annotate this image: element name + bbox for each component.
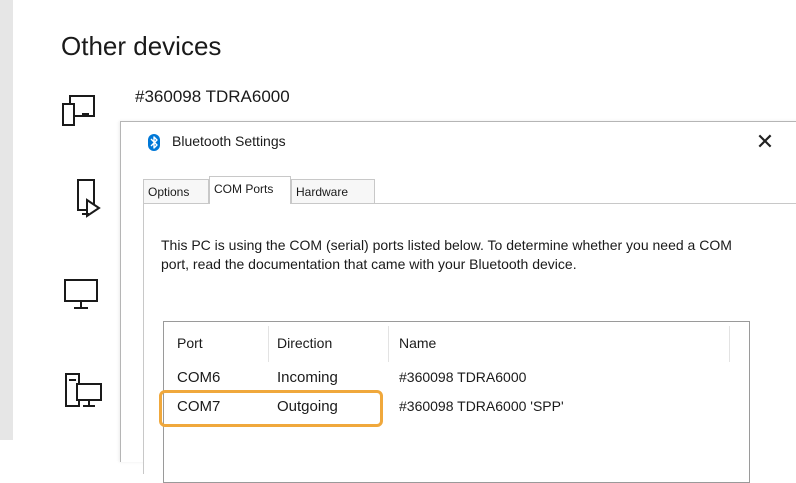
bluetooth-icon bbox=[148, 134, 160, 151]
tab-com-ports[interactable]: COM Ports bbox=[209, 176, 291, 204]
mobile-cast-device-icon[interactable] bbox=[75, 178, 115, 218]
dialog-titlebar[interactable]: Bluetooth Settings ✕ bbox=[121, 122, 796, 162]
close-button[interactable]: ✕ bbox=[745, 126, 785, 158]
column-header-name[interactable]: Name bbox=[399, 335, 436, 351]
row-name: #360098 TDRA6000 bbox=[399, 369, 527, 385]
bluetooth-settings-dialog: Bluetooth Settings ✕ Options COM Ports H… bbox=[120, 121, 796, 483]
row-name: #360098 TDRA6000 'SPP' bbox=[399, 398, 564, 414]
computer-tower-icon[interactable] bbox=[64, 370, 104, 410]
tab-options[interactable]: Options bbox=[143, 179, 209, 203]
column-header-direction[interactable]: Direction bbox=[277, 335, 332, 351]
com-ports-table[interactable]: Port Direction Name COM6 Incoming #36009… bbox=[159, 321, 750, 483]
dialog-title: Bluetooth Settings bbox=[172, 133, 286, 149]
row-direction: Incoming bbox=[277, 369, 338, 386]
settings-nav-edge bbox=[0, 0, 13, 440]
phone-device-icon[interactable] bbox=[60, 92, 100, 132]
tab-hardware[interactable]: Hardware bbox=[291, 179, 375, 203]
column-divider bbox=[268, 326, 269, 362]
column-divider bbox=[388, 326, 389, 362]
com-ports-panel: This PC is using the COM (serial) ports … bbox=[143, 203, 796, 483]
row-port: COM6 bbox=[177, 369, 221, 386]
page-title: Other devices bbox=[61, 31, 222, 61]
highlight-annotation bbox=[159, 390, 383, 427]
column-divider bbox=[729, 326, 730, 362]
com-ports-description: This PC is using the COM (serial) ports … bbox=[161, 237, 732, 272]
column-header-port[interactable]: Port bbox=[177, 335, 203, 351]
device-name[interactable]: #360098 TDRA6000 bbox=[135, 87, 290, 107]
monitor-icon[interactable] bbox=[62, 277, 102, 317]
